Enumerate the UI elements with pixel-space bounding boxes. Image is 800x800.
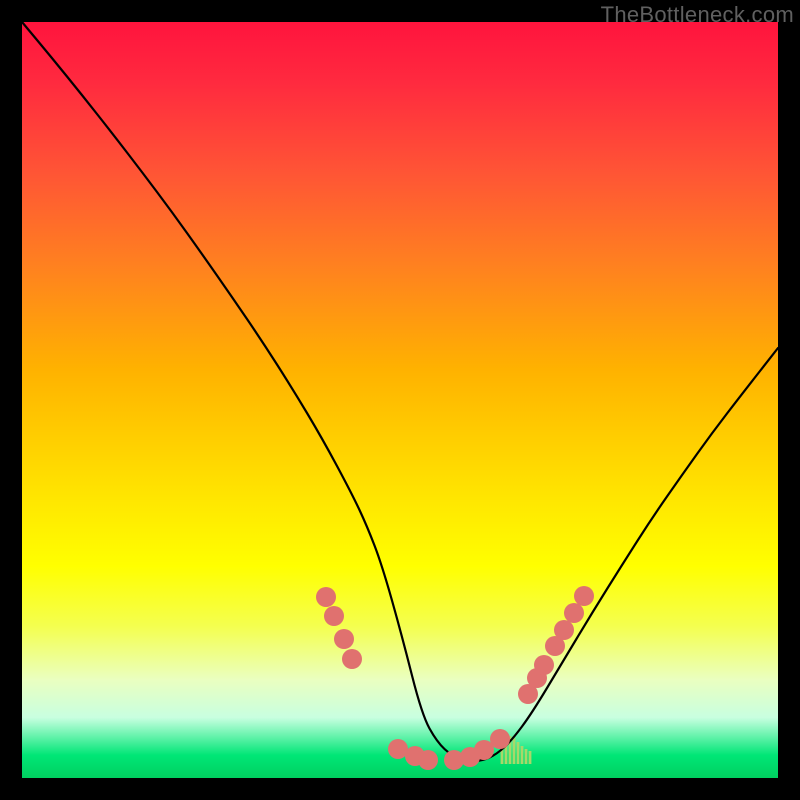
marker-point [418,750,438,770]
tiny-bar [517,742,520,764]
marker-point [324,606,344,626]
marker-point [334,629,354,649]
chart-container: TheBottleneck.com [0,0,800,800]
chart-svg [22,22,778,778]
watermark-text: TheBottleneck.com [601,2,794,28]
marker-point [316,587,336,607]
marker-point [490,729,510,749]
tiny-bar [521,746,524,764]
marker-point [574,586,594,606]
marker-point [534,655,554,675]
bottleneck-curve [22,22,778,761]
tiny-bar [513,738,516,764]
marker-point [564,603,584,623]
marker-point [554,620,574,640]
tiny-bar [525,749,528,764]
tiny-bar [529,751,532,764]
marker-point [342,649,362,669]
plot-area [22,22,778,778]
